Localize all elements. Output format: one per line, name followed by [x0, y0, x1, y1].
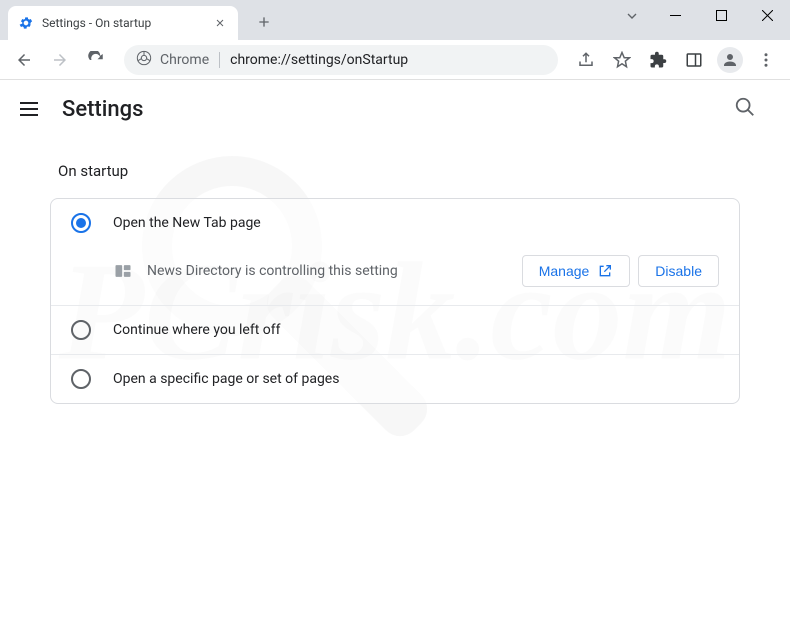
extension-icon — [113, 261, 133, 281]
minimize-button[interactable] — [652, 0, 698, 30]
maximize-button[interactable] — [698, 0, 744, 30]
back-button[interactable] — [8, 44, 40, 76]
kebab-menu-icon[interactable] — [750, 44, 782, 76]
bookmark-star-icon[interactable] — [606, 44, 638, 76]
extensions-puzzle-icon[interactable] — [642, 44, 674, 76]
section-title: On startup — [58, 162, 732, 180]
close-window-button[interactable] — [744, 0, 790, 30]
extension-control-notice: News Directory is controlling this setti… — [51, 247, 739, 305]
manage-button[interactable]: Manage — [522, 255, 631, 287]
radio-unselected-icon[interactable] — [71, 320, 91, 340]
address-bar[interactable]: Chrome chrome://settings/onStartup — [124, 45, 558, 75]
browser-tab[interactable]: Settings - On startup — [8, 6, 238, 40]
chrome-logo-icon — [136, 50, 152, 70]
option-label: Continue where you left off — [113, 322, 281, 338]
external-link-icon — [597, 263, 613, 279]
share-icon[interactable] — [570, 44, 602, 76]
disable-button-label: Disable — [655, 263, 702, 279]
tab-search-chevron-icon[interactable] — [624, 8, 640, 28]
browser-toolbar: Chrome chrome://settings/onStartup — [0, 40, 790, 80]
settings-header: Settings — [0, 80, 790, 138]
controlled-by-text: News Directory is controlling this setti… — [147, 263, 514, 279]
option-continue[interactable]: Continue where you left off — [51, 306, 739, 354]
option-label: Open a specific page or set of pages — [113, 371, 339, 387]
hamburger-menu-icon[interactable] — [20, 97, 44, 121]
new-tab-button[interactable] — [250, 8, 278, 36]
startup-options-card: Open the New Tab page News Directory is … — [50, 198, 740, 404]
manage-button-label: Manage — [539, 263, 590, 279]
url-text: chrome://settings/onStartup — [230, 52, 408, 68]
site-chip: Chrome — [160, 52, 209, 68]
forward-button[interactable] — [44, 44, 76, 76]
radio-selected-icon[interactable] — [71, 213, 91, 233]
reload-button[interactable] — [80, 44, 112, 76]
option-label: Open the New Tab page — [113, 215, 261, 231]
option-specific-pages[interactable]: Open a specific page or set of pages — [51, 355, 739, 403]
disable-button[interactable]: Disable — [638, 255, 719, 287]
close-tab-icon[interactable] — [212, 15, 228, 31]
side-panel-icon[interactable] — [678, 44, 710, 76]
search-icon[interactable] — [734, 96, 770, 122]
option-new-tab[interactable]: Open the New Tab page — [51, 199, 739, 247]
window-titlebar: Settings - On startup — [0, 0, 790, 40]
radio-unselected-icon[interactable] — [71, 369, 91, 389]
omnibox-divider — [219, 52, 220, 68]
page-title: Settings — [62, 97, 734, 122]
gear-icon — [18, 15, 34, 31]
tab-title: Settings - On startup — [42, 16, 212, 30]
profile-avatar[interactable] — [714, 44, 746, 76]
